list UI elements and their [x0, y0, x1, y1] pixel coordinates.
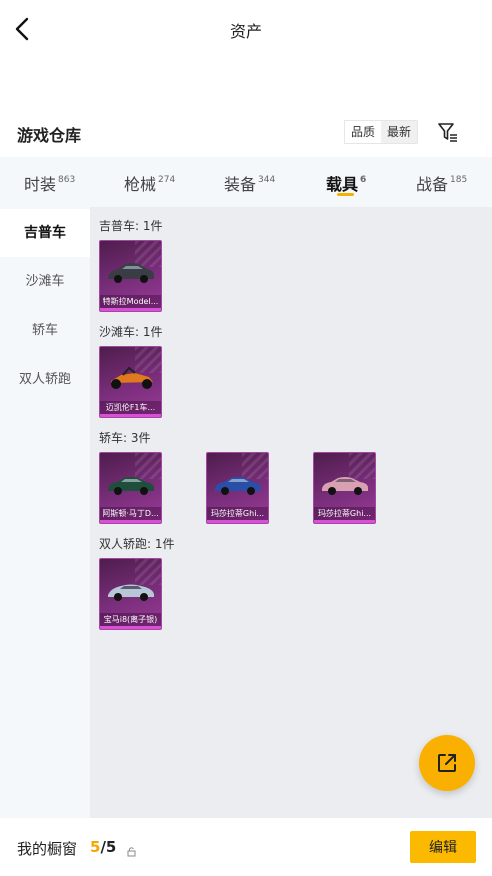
vehicle-name: 迈凯伦F1车...	[100, 401, 161, 415]
vehicle-card[interactable]: 玛莎拉蒂Ghi...	[206, 452, 269, 524]
showcase-count-total: /5	[100, 838, 117, 856]
tab-count: 185	[450, 175, 468, 185]
tab-label: 装备	[224, 175, 257, 194]
top-bar: 资产	[0, 0, 492, 58]
tab-vehicles[interactable]: 载具 6	[326, 171, 366, 195]
lock-icon	[127, 842, 136, 857]
external-link-icon	[438, 754, 456, 772]
car-image-icon	[108, 263, 154, 283]
vehicle-card[interactable]: 迈凯伦F1车...	[99, 346, 162, 418]
vehicle-grid: 吉普车: 1件 特斯拉Model... 沙滩车: 1件 迈凯伦F1车... 轿车…	[90, 207, 492, 818]
vehicle-card[interactable]: 特斯拉Model...	[99, 240, 162, 312]
warehouse-title: 游戏仓库	[17, 126, 82, 145]
share-button[interactable]	[419, 735, 475, 791]
tab-fashion[interactable]: 时装 863	[24, 171, 75, 195]
active-tab-indicator	[337, 193, 354, 196]
vehicle-card[interactable]: 阿斯顿·马丁D...	[99, 452, 162, 524]
showcase-count: 5/5	[90, 838, 116, 856]
tab-equipment[interactable]: 装备 344	[224, 171, 275, 195]
vehicle-card[interactable]: 玛莎拉蒂Ghi...	[313, 452, 376, 524]
car-image-icon	[108, 477, 154, 495]
tab-count: 274	[158, 175, 176, 185]
car-image-icon	[322, 477, 368, 495]
sidebar-item-buggy[interactable]: 沙滩车	[0, 258, 90, 306]
warehouse-header: 游戏仓库 品质 最新	[0, 116, 492, 152]
tab-firearms[interactable]: 枪械 274	[124, 171, 175, 195]
tab-label: 时装	[24, 175, 57, 194]
tab-count: 6	[360, 175, 367, 185]
group-label-buggy: 沙滩车: 1件	[99, 325, 163, 339]
vehicle-name: 玛莎拉蒂Ghi...	[207, 507, 268, 521]
showcase-label: 我的橱窗	[17, 840, 78, 858]
vehicle-name: 玛莎拉蒂Ghi...	[314, 507, 375, 521]
showcase-count-current: 5	[90, 838, 101, 856]
category-tabs: 时装 863 枪械 274 装备 344 载具 6 战备 185	[0, 157, 492, 207]
tab-count: 344	[258, 175, 276, 185]
sort-quality-button[interactable]: 品质	[345, 121, 382, 143]
sidebar-item-coupe[interactable]: 双人轿跑	[0, 356, 90, 404]
tab-label: 战备	[416, 175, 449, 194]
sidebar-item-sedan[interactable]: 轿车	[0, 307, 90, 355]
vehicle-name: 宝马i8(离子银)	[100, 613, 161, 627]
edit-button[interactable]: 编辑	[410, 831, 476, 863]
car-image-icon	[111, 366, 153, 389]
page-title: 资产	[229, 22, 262, 41]
filter-icon[interactable]	[436, 120, 460, 144]
sidebar-item-jeep[interactable]: 吉普车	[0, 209, 90, 257]
tab-label: 载具	[326, 175, 359, 194]
bottom-bar: 我的橱窗 5/5 编辑	[0, 818, 492, 876]
sort-toggle: 品质 最新	[344, 120, 419, 144]
vehicle-type-sidebar: 吉普车 沙滩车 轿车 双人轿跑	[0, 207, 90, 818]
group-label-coupe: 双人轿跑: 1件	[99, 537, 175, 551]
vehicle-name: 阿斯顿·马丁D...	[100, 507, 161, 521]
group-label-sedan: 轿车: 3件	[99, 431, 151, 445]
car-image-icon	[215, 477, 261, 495]
group-label-jeep: 吉普车: 1件	[99, 219, 163, 233]
tab-supplies[interactable]: 战备 185	[416, 171, 467, 195]
sort-newest-button[interactable]: 最新	[381, 121, 418, 143]
tab-label: 枪械	[124, 175, 157, 194]
tab-count: 863	[58, 175, 76, 185]
car-image-icon	[108, 584, 154, 601]
vehicle-card[interactable]: 宝马i8(离子银)	[99, 558, 162, 630]
vehicle-name: 特斯拉Model...	[100, 295, 161, 309]
